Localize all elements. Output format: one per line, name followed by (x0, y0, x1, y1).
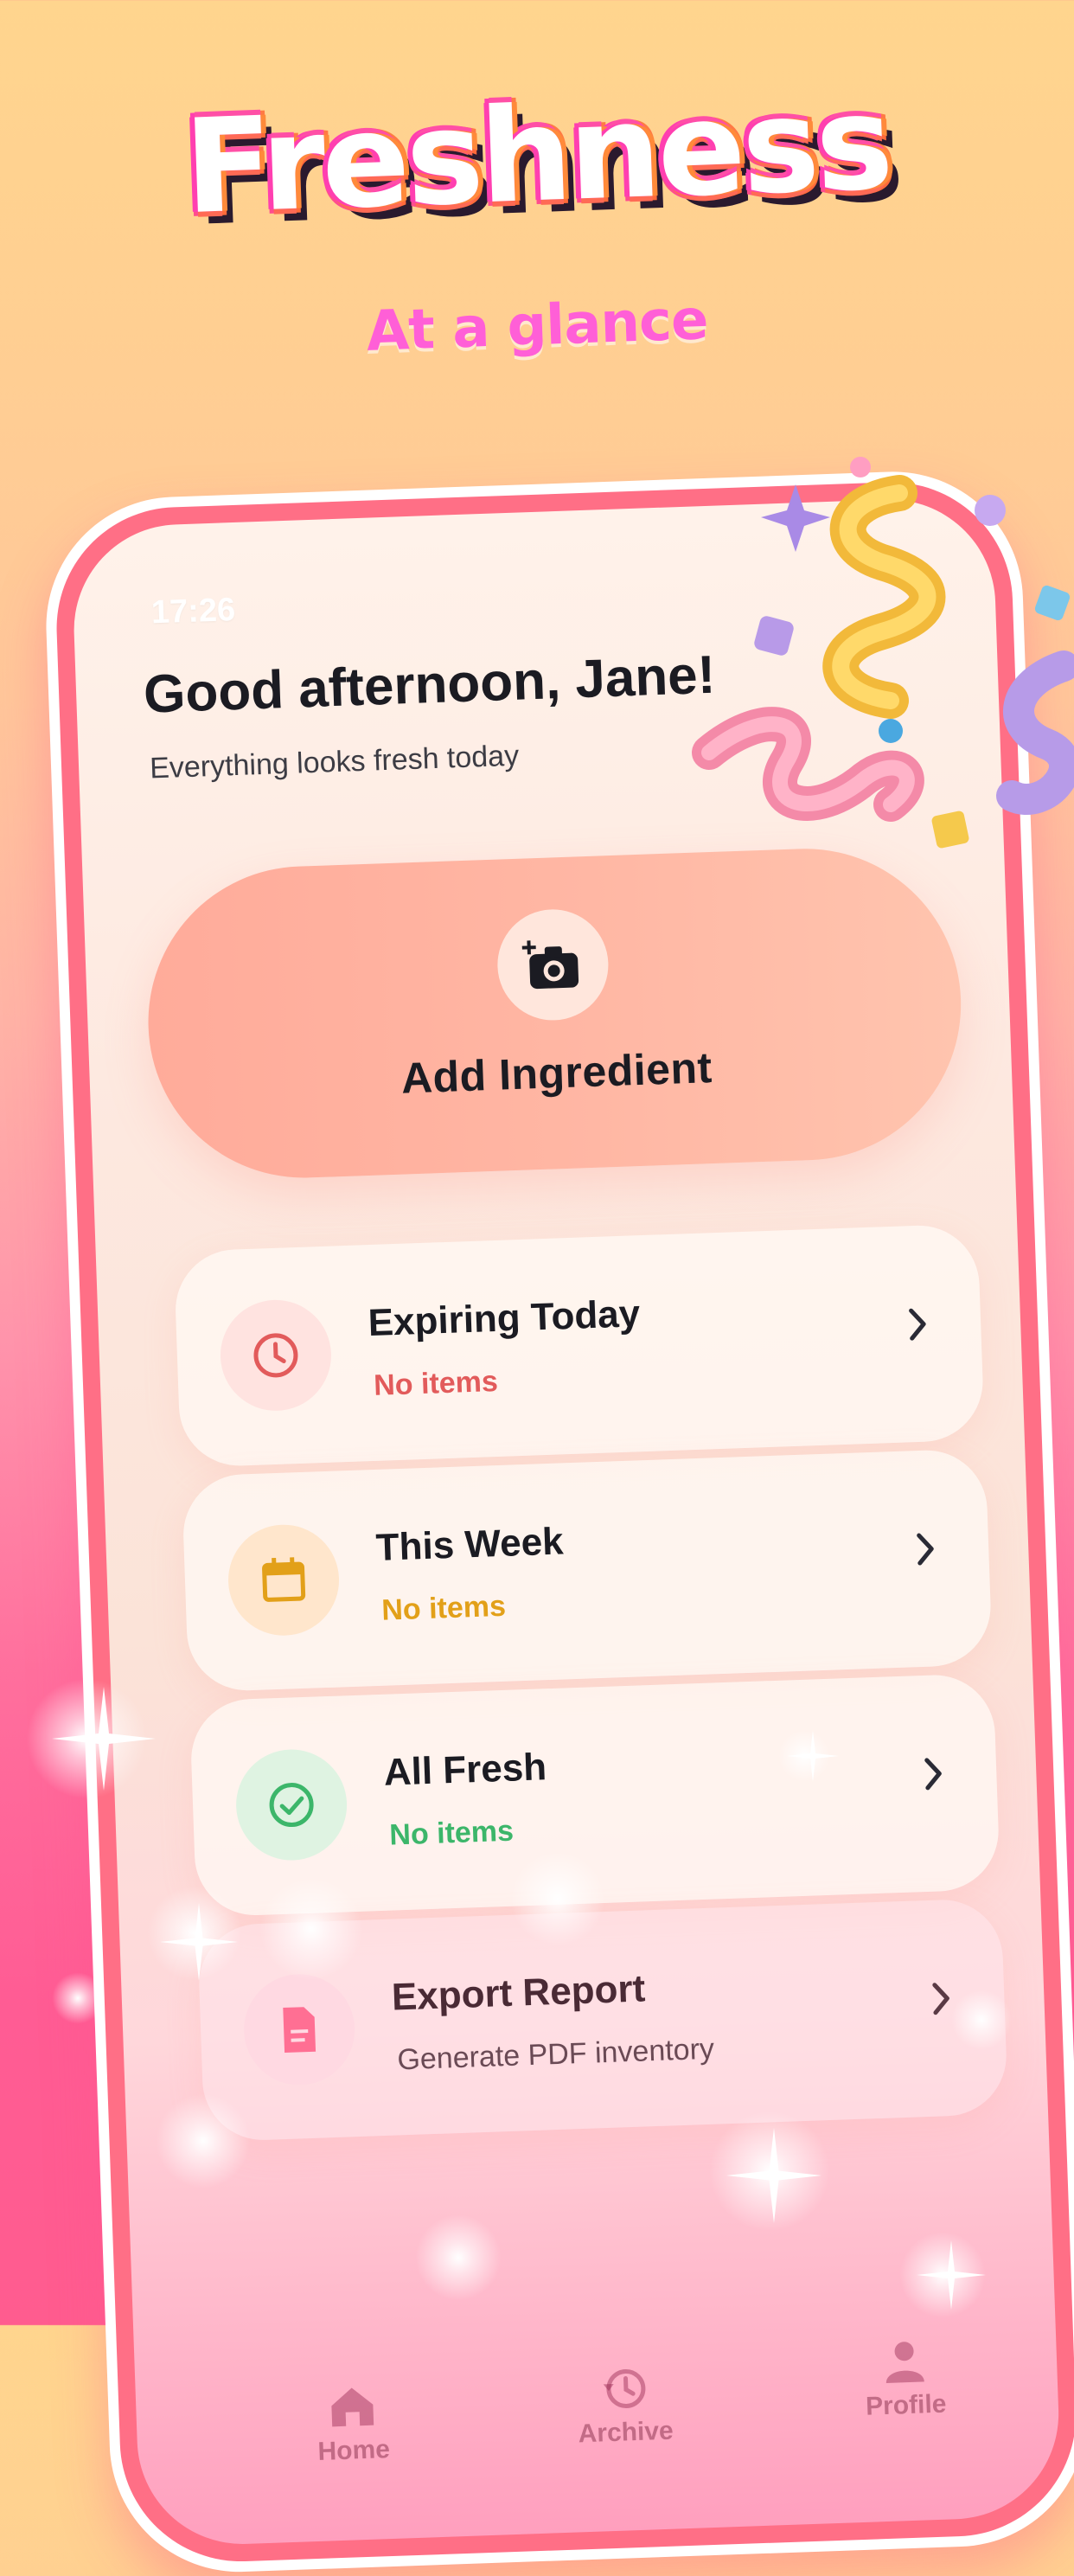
card-subtitle: No items (388, 1814, 515, 1852)
chevron-right-icon (909, 1308, 926, 1341)
history-icon (603, 2368, 646, 2408)
greeting-title: Good afternoon, Jane! (143, 644, 717, 725)
card-title: All Fresh (383, 1746, 547, 1794)
sparkle-decoration (259, 1877, 363, 1981)
calendar-icon (226, 1522, 342, 1637)
camera-plus-icon (495, 907, 611, 1022)
promo-title: Freshness (182, 67, 892, 244)
sparkle-star-decoration (160, 1903, 238, 1981)
sparkle-decoration (951, 1990, 1012, 2050)
card-title: This Week (374, 1520, 565, 1569)
document-icon (241, 1972, 357, 2087)
chevron-right-icon (932, 1983, 949, 2015)
tab-profile[interactable]: Profile (817, 2336, 993, 2424)
home-icon (331, 2387, 374, 2427)
tab-label: Archive (578, 2416, 674, 2449)
tab-bar: Home Archive Profile (135, 2342, 1061, 2513)
card-subtitle: No items (373, 1364, 499, 1402)
tab-label: Home (316, 2435, 391, 2466)
chevron-right-icon (924, 1758, 942, 1791)
card-subtitle: No items (380, 1589, 507, 1627)
card-title: Expiring Today (367, 1292, 641, 1345)
card-this-week[interactable]: This Week No items (181, 1448, 993, 1693)
sparkle-decoration (415, 2214, 502, 2301)
card-subtitle: Generate PDF inventory (396, 2032, 715, 2077)
tab-label: Profile (865, 2389, 947, 2421)
person-icon (885, 2342, 924, 2383)
sparkle-decoration (510, 1851, 605, 1946)
confetti-decoration (692, 457, 1074, 849)
add-ingredient-button[interactable]: Add Ingredient (143, 843, 967, 1183)
promo-subtitle: At a glance (365, 288, 709, 364)
greeting-subtitle: Everything looks fresh today (149, 739, 520, 785)
clock-icon (218, 1298, 334, 1413)
card-title: Export Report (391, 1967, 646, 2019)
sparkle-star-decoration (787, 1730, 839, 1782)
sparkle-star-decoration (726, 2128, 821, 2223)
chevron-right-icon (917, 1533, 934, 1566)
status-time: 17:26 (150, 591, 236, 631)
sparkle-star-decoration (917, 2240, 986, 2310)
tab-archive[interactable]: Archive (537, 2363, 713, 2451)
sparkle-decoration (52, 1972, 104, 2024)
sparkle-star-decoration (52, 1687, 156, 1791)
add-ingredient-label: Add Ingredient (400, 1043, 713, 1103)
tab-home[interactable]: Home (265, 2381, 441, 2469)
check-circle-icon (233, 1747, 349, 1862)
card-expiring-today[interactable]: Expiring Today No items (173, 1223, 985, 1468)
sparkle-decoration (156, 2093, 251, 2188)
